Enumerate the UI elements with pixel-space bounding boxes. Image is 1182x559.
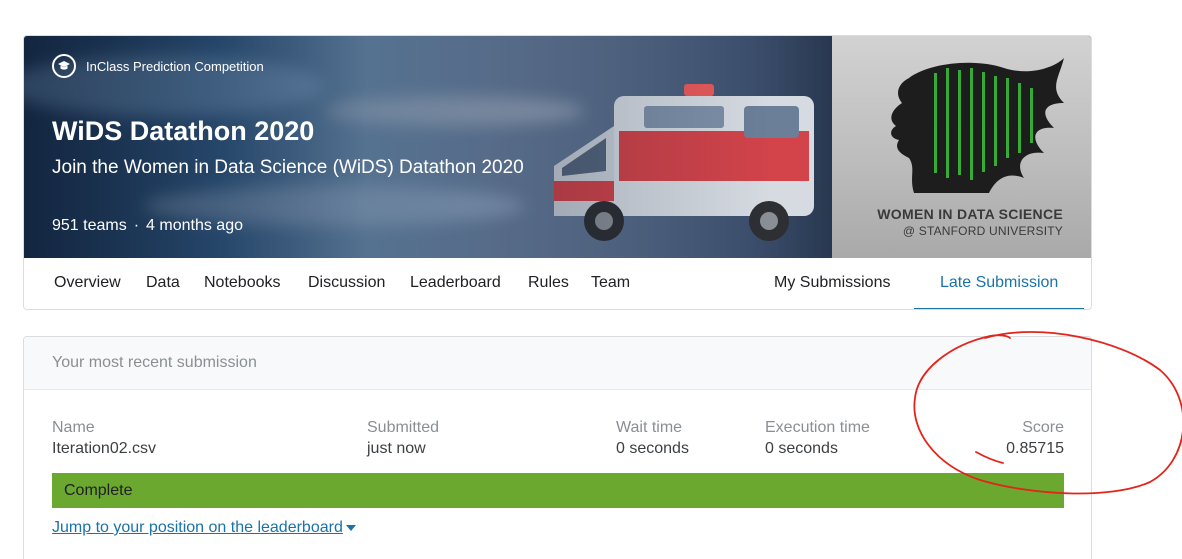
tab-team[interactable]: Team	[591, 258, 630, 309]
tab-overview[interactable]: Overview	[54, 258, 121, 309]
tab-rules[interactable]: Rules	[528, 258, 569, 309]
wait-time-column: Wait time 0 seconds	[616, 419, 689, 458]
jump-to-leaderboard-link[interactable]: Jump to your position on the leaderboard	[52, 519, 356, 537]
team-count: 951 teams	[52, 217, 127, 234]
file-name: Iteration02.csv	[52, 440, 157, 457]
logo-text-line2: @ STANFORD UNIVERSITY	[902, 224, 1063, 238]
execution-time-label: Execution time	[765, 419, 870, 436]
name-column: Name Iteration02.csv	[52, 419, 156, 458]
tab-leaderboard[interactable]: Leaderboard	[410, 258, 501, 309]
submitted-value: just now	[367, 440, 426, 457]
graduation-cap-icon	[52, 54, 76, 78]
status-complete-bar: Complete	[52, 473, 1064, 508]
competition-tabs: Overview Data Notebooks Discussion Leade…	[24, 258, 1091, 309]
wait-time-value: 0 seconds	[616, 440, 689, 457]
score-label: Score	[1022, 419, 1064, 436]
name-label: Name	[52, 419, 95, 436]
execution-time-value: 0 seconds	[765, 440, 838, 457]
competition-type: InClass Prediction Competition	[52, 54, 264, 78]
score-value: 0.85715	[1006, 440, 1064, 457]
submission-card-header: Your most recent submission	[24, 337, 1091, 390]
competition-age: 4 months ago	[146, 217, 243, 234]
caret-down-icon	[345, 525, 356, 531]
tab-discussion[interactable]: Discussion	[308, 258, 385, 309]
competition-title: WiDS Datathon 2020	[52, 116, 315, 146]
tab-data[interactable]: Data	[146, 258, 180, 309]
tab-late-submission[interactable]: Late Submission	[914, 258, 1085, 309]
competition-subtitle: Join the Women in Data Science (WiDS) Da…	[52, 157, 524, 178]
wids-logo-panel: WOMEN IN DATA SCIENCE @ STANFORD UNIVERS…	[832, 36, 1091, 258]
submitted-label: Submitted	[367, 419, 440, 436]
recent-submission-card: Your most recent submission Name Iterati…	[23, 336, 1092, 559]
wait-time-label: Wait time	[616, 419, 683, 436]
competition-type-label: InClass Prediction Competition	[86, 58, 264, 74]
competition-header-card: WOMEN IN DATA SCIENCE @ STANFORD UNIVERS…	[23, 35, 1092, 310]
submitted-column: Submitted just now	[367, 419, 439, 458]
woman-silhouette-icon	[891, 58, 1064, 193]
meta-separator: ·	[133, 217, 140, 234]
competition-banner: WOMEN IN DATA SCIENCE @ STANFORD UNIVERS…	[24, 36, 1091, 258]
score-column: Score 0.85715	[1006, 419, 1064, 458]
tab-notebooks[interactable]: Notebooks	[204, 258, 281, 309]
execution-time-column: Execution time 0 seconds	[765, 419, 870, 458]
tab-my-submissions[interactable]: My Submissions	[774, 258, 890, 309]
competition-meta: 951 teams · 4 months ago	[52, 217, 243, 235]
jump-link-label: Jump to your position on the leaderboard	[52, 519, 343, 536]
logo-text-line1: WOMEN IN DATA SCIENCE	[877, 206, 1063, 222]
